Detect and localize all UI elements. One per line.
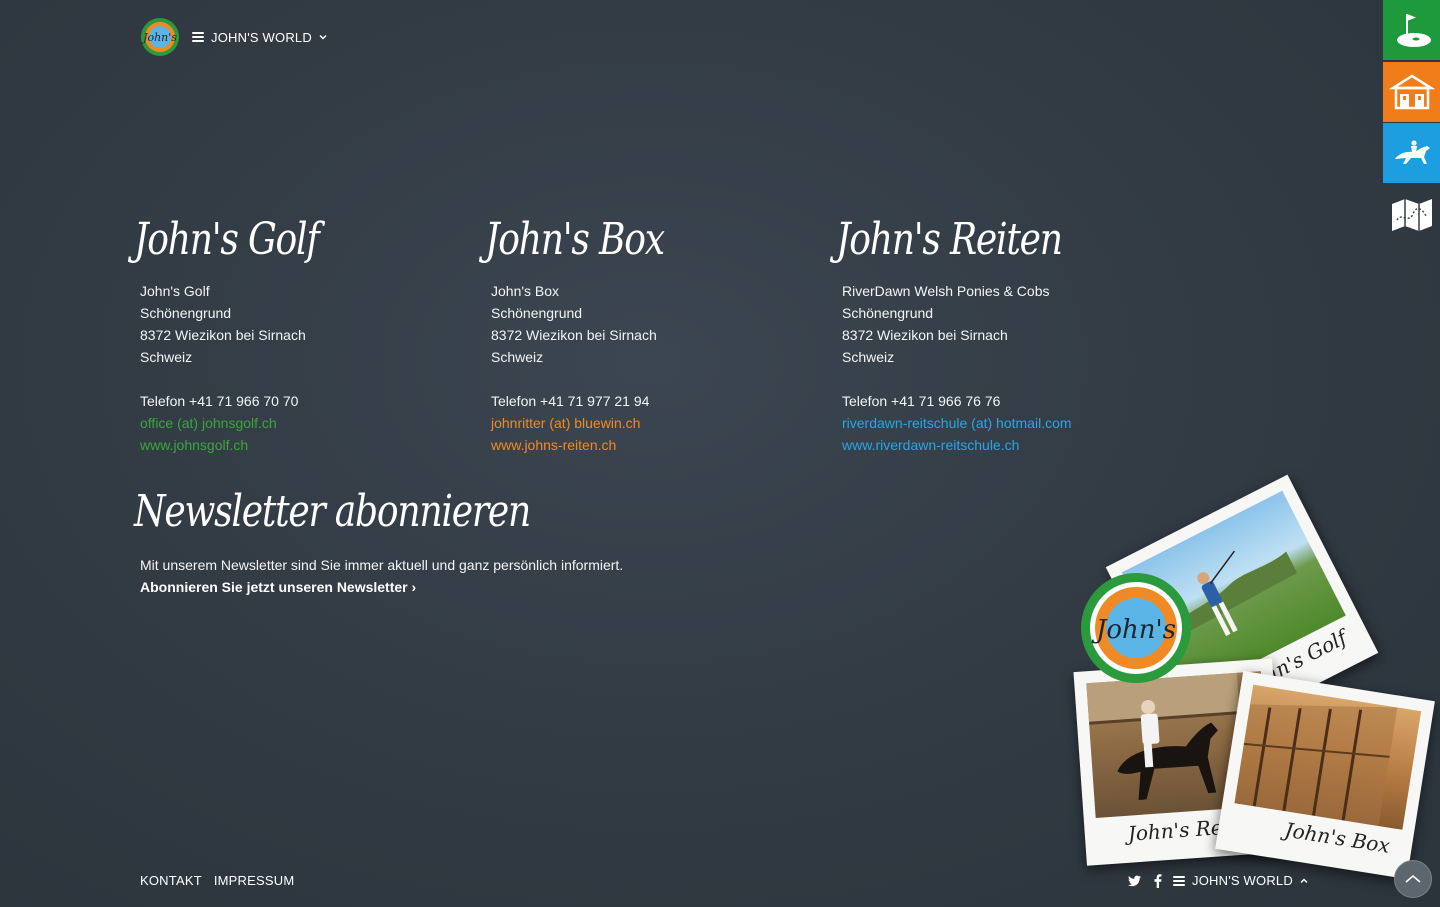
golf-phone: Telefon +41 71 966 70 70: [140, 393, 299, 409]
golf-name: John's Golf: [140, 283, 210, 299]
golf-city: 8372 Wiezikon bei Sirnach: [140, 327, 306, 343]
twitter-icon[interactable]: [1128, 875, 1141, 887]
section-golf: John's Golf John's Golf Schönengrund 837…: [134, 218, 460, 456]
box-web-link[interactable]: www.johns-reiten.ch: [491, 434, 811, 456]
logo-text: John's: [141, 31, 177, 44]
box-street: Schönengrund: [491, 305, 583, 321]
footer-world-menu[interactable]: JOHN'S WORLD: [1173, 873, 1309, 888]
world-menu-label: JOHN'S WORLD: [211, 29, 312, 45]
top-bar: John's JOHN'S WORLD: [140, 16, 328, 58]
box-phone: Telefon +41 71 977 21 94: [491, 393, 650, 409]
golf-icon: [1396, 14, 1431, 47]
box-country: Schweiz: [491, 349, 544, 365]
section-reiten: John's Reiten RiverDawn Welsh Ponies & C…: [836, 218, 1162, 456]
reiten-phone: Telefon +41 71 966 76 76: [842, 393, 1001, 409]
scroll-to-top-button[interactable]: [1394, 860, 1432, 898]
golf-email-link[interactable]: office (at) johnsgolf.ch: [140, 412, 460, 434]
newsletter-subscribe-link[interactable]: Abonnieren Sie jetzt unseren Newsletter …: [140, 576, 416, 598]
stable-icon: [1388, 74, 1435, 110]
side-tab-box[interactable]: [1383, 62, 1440, 122]
collage-logo-text: John's: [1091, 615, 1176, 645]
heading-box: John's Box: [485, 214, 665, 265]
box-name: John's Box: [491, 283, 560, 299]
reiten-email-link[interactable]: riverdawn-reitschule (at) hotmail.com: [842, 412, 1162, 434]
footer-kontakt-link[interactable]: KONTAKT: [140, 873, 202, 888]
footer-impressum-link[interactable]: IMPRESSUM: [214, 873, 295, 888]
arrow-up-icon: [1405, 874, 1421, 883]
footer-right: JOHN'S WORLD: [1128, 873, 1309, 888]
logo-graphic: John's: [141, 18, 179, 56]
polaroid-box: John's Box: [1215, 670, 1435, 880]
side-tab-reiten[interactable]: [1383, 123, 1440, 183]
golf-street: Schönengrund: [140, 305, 232, 321]
newsletter-section: Newsletter abonnieren Mit unserem Newsle…: [134, 490, 840, 598]
reiten-city: 8372 Wiezikon bei Sirnach: [842, 327, 1008, 343]
golf-web-link[interactable]: www.johnsgolf.ch: [140, 434, 460, 456]
reiten-web-link[interactable]: www.riverdawn-reitschule.ch: [842, 434, 1162, 456]
box-email-link[interactable]: johnritter (at) bluewin.ch: [491, 412, 811, 434]
footer-hamburger-icon: [1173, 875, 1185, 886]
side-tab-map[interactable]: [1383, 184, 1440, 244]
footer-world-menu-label: JOHN'S WORLD: [1192, 873, 1293, 888]
chevron-down-icon: [319, 35, 327, 40]
reiten-name: RiverDawn Welsh Ponies & Cobs: [842, 283, 1050, 299]
hamburger-icon: [192, 32, 204, 42]
reiten-street: Schönengrund: [842, 305, 934, 321]
section-box: John's Box John's Box Schönengrund 8372 …: [485, 218, 811, 456]
heading-golf: John's Golf: [134, 214, 320, 265]
johns-world-logo[interactable]: John's: [140, 17, 180, 57]
collage-logo: John's: [1081, 573, 1191, 683]
newsletter-text: Mit unserem Newsletter sind Sie immer ak…: [140, 557, 624, 573]
map-icon: [1391, 199, 1432, 231]
side-tab-golf[interactable]: [1383, 0, 1440, 60]
horse-rider-icon: [1394, 140, 1430, 164]
chevron-up-icon: [1300, 878, 1308, 883]
reiten-country: Schweiz: [842, 349, 895, 365]
footer-links: KONTAKT IMPRESSUM: [140, 873, 294, 888]
newsletter-heading: Newsletter abonnieren: [134, 486, 531, 537]
heading-reiten: John's Reiten: [836, 214, 1063, 265]
box-city: 8372 Wiezikon bei Sirnach: [491, 327, 657, 343]
facebook-icon[interactable]: [1154, 873, 1162, 888]
golf-country: Schweiz: [140, 349, 193, 365]
johns-world-menu[interactable]: JOHN'S WORLD: [192, 30, 328, 45]
stable-illustration: [1234, 704, 1398, 827]
